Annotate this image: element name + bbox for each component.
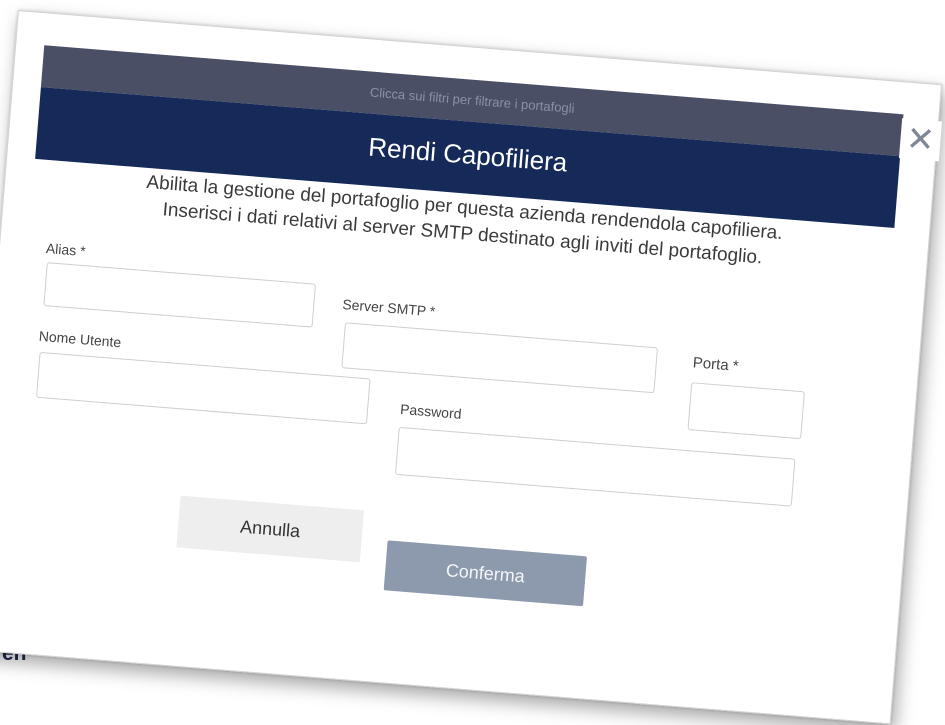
rendi-capofiliera-dialog: Clicca sui filtri per filtrare i portafo… <box>0 10 943 725</box>
port-label: Porta * <box>692 354 740 375</box>
port-input[interactable] <box>687 382 805 440</box>
screenshot-stage: Clicca sui filtri per filtrare i portafo… <box>0 0 945 725</box>
cancel-button[interactable]: Annulla <box>176 495 364 563</box>
password-input[interactable] <box>394 426 796 507</box>
alias-input[interactable] <box>43 262 317 328</box>
close-icon[interactable]: ✕ <box>898 118 943 162</box>
password-label: Password <box>399 400 463 422</box>
username-label: Nome Utente <box>38 327 122 351</box>
username-input[interactable] <box>35 351 371 425</box>
smtp-server-input[interactable] <box>341 322 659 394</box>
alias-label: Alias * <box>45 240 87 260</box>
smtp-server-label: Server SMTP * <box>341 295 436 320</box>
confirm-button[interactable]: Conferma <box>383 540 588 607</box>
